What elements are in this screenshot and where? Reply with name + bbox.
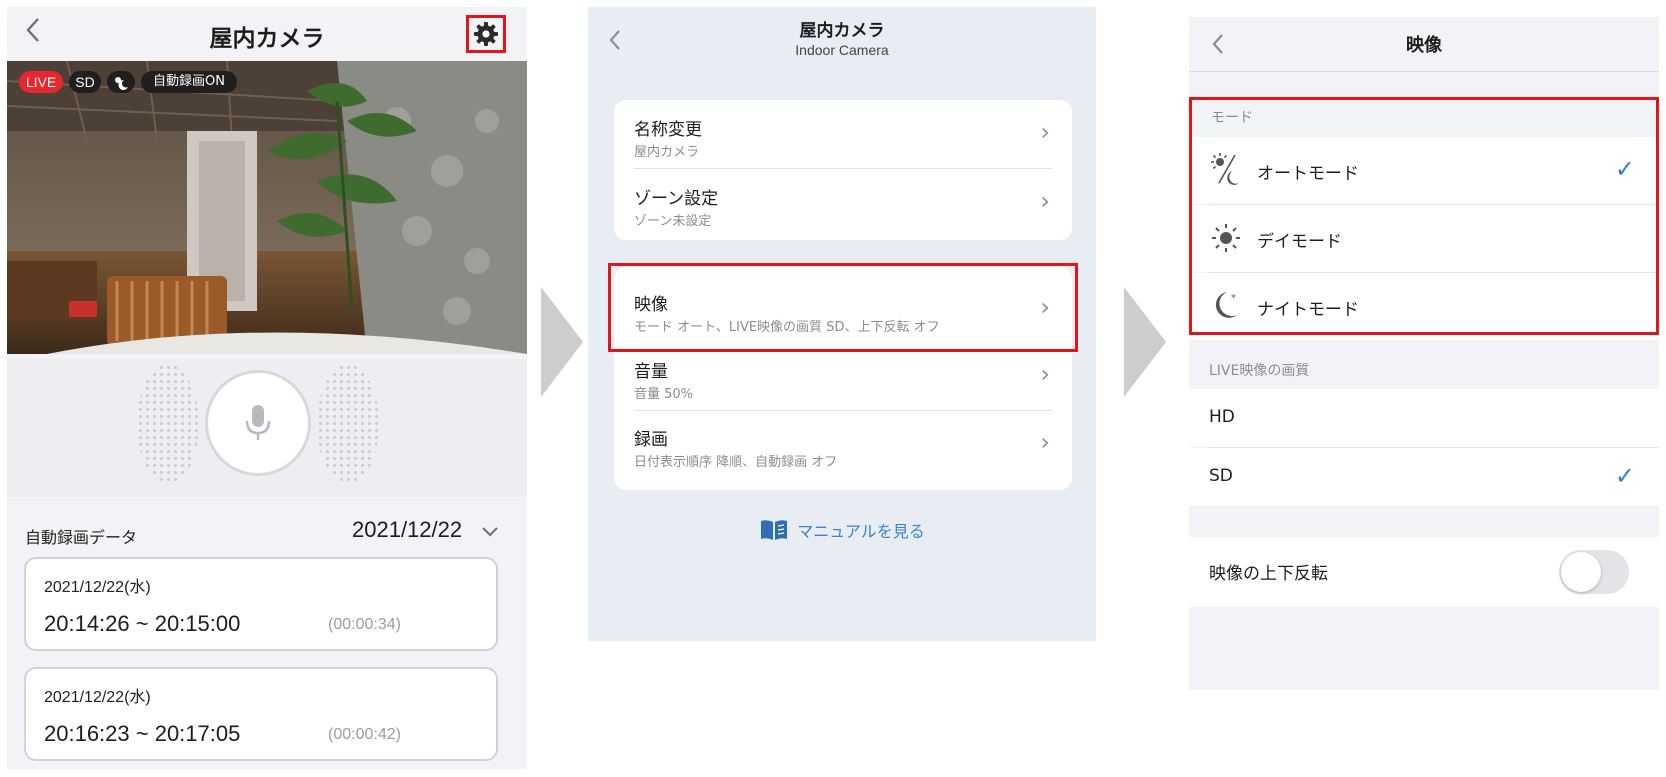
video-settings-screen: 映像 モード オートモード ✓ デイモード * ナイトモード LIVE映像の画質… (1189, 17, 1659, 690)
chevron-down-icon[interactable] (481, 523, 499, 542)
settings-row-recording[interactable]: 録画 日付表示順序 降順、自動録画 オフ › (614, 410, 1072, 477)
record-duration: (00:00:34) (328, 616, 401, 633)
row-label: ゾーン設定 (634, 189, 719, 209)
settings-group-basic: 名称変更 屋内カメラ › ゾーン設定 ゾーン未設定 › (614, 100, 1072, 240)
page-subtitle: Indoor Camera (795, 42, 889, 58)
mic-wave-right (317, 364, 379, 484)
record-time: 20:16:23 ~ 20:17:05 (44, 721, 241, 746)
microphone-icon (245, 405, 271, 440)
auto-mode-icon (115, 77, 128, 90)
flip-label: 映像の上下反転 (1209, 564, 1328, 584)
chevron-right-icon: › (1040, 187, 1050, 215)
camera-feed-image (7, 61, 527, 354)
page-title: 映像 (1406, 35, 1442, 56)
mic-wave-left (137, 364, 199, 484)
gear-icon (474, 22, 498, 46)
row-label: 名称変更 (634, 120, 702, 140)
row-sublabel: ゾーン未設定 (634, 214, 712, 229)
record-date: 2021/12/22(水) (44, 579, 151, 596)
page-title: 屋内カメラ (209, 26, 325, 52)
highlight-mode-section (1189, 97, 1659, 335)
mode-badge (107, 71, 135, 93)
row-sublabel: 屋内カメラ (634, 145, 700, 160)
settings-row-volume[interactable]: 音量 音量 50% › (614, 342, 1072, 409)
manual-link[interactable]: マニュアルを見る (588, 518, 1096, 542)
microphone-button[interactable] (205, 370, 311, 476)
manual-link-label: マニュアルを見る (797, 522, 925, 541)
camera-settings-screen: 屋内カメラ Indoor Camera 名称変更 屋内カメラ › ゾーン設定 ゾ… (588, 7, 1096, 641)
flip-toggle[interactable] (1559, 550, 1629, 594)
recording-card[interactable]: 2021/12/22(水) 20:16:23 ~ 20:17:05 (00:00… (24, 667, 498, 761)
record-date: 2021/12/22(水) (44, 689, 151, 706)
chevron-right-icon: › (1040, 428, 1050, 456)
quality-option-sd[interactable]: SD ✓ (1189, 448, 1659, 506)
highlight-video-row (608, 263, 1078, 352)
recording-card[interactable]: 2021/12/22(水) 20:14:26 ~ 20:15:00 (00:00… (24, 557, 498, 651)
row-label: 録画 (634, 430, 668, 450)
row-sublabel: 音量 50% (634, 387, 694, 402)
live-badge: LIVE (19, 71, 63, 93)
auto-record-badge: 自動録画ON (141, 71, 237, 93)
quality-option-hd[interactable]: HD (1189, 389, 1659, 447)
flow-arrow (1124, 287, 1166, 397)
toggle-knob (1561, 552, 1601, 592)
chevron-right-icon: › (1040, 360, 1050, 388)
settings-button[interactable] (466, 15, 506, 53)
chevron-right-icon: › (1040, 118, 1050, 146)
book-icon (761, 520, 788, 540)
recording-section-label: 自動録画データ (25, 528, 138, 547)
flow-arrow (541, 287, 583, 397)
settings-row-zone[interactable]: ゾーン設定 ゾーン未設定 › (614, 169, 1072, 236)
live-video[interactable]: LIVE SD 自動録画ON (7, 61, 527, 354)
record-duration: (00:00:42) (328, 726, 401, 743)
check-icon: ✓ (1614, 462, 1635, 490)
quality-section-label: LIVE映像の画質 (1209, 363, 1310, 379)
quality-badge: SD (69, 71, 101, 93)
record-time: 20:14:26 ~ 20:15:00 (44, 611, 241, 636)
camera-live-screen: 屋内カメラ LIVE SD 自動録画ON 自動録画データ 2021/12/22 … (7, 7, 527, 769)
quality-label: HD (1209, 407, 1235, 427)
settings-row-rename[interactable]: 名称変更 屋内カメラ › (614, 100, 1072, 167)
header: 映像 (1189, 17, 1659, 72)
row-label: 音量 (634, 362, 668, 382)
page-title: 屋内カメラ (799, 21, 885, 41)
row-sublabel: 日付表示順序 降順、自動録画 オフ (634, 455, 838, 470)
flip-row: 映像の上下反転 (1189, 537, 1659, 607)
quality-label: SD (1209, 466, 1233, 486)
recording-date-selector[interactable]: 2021/12/22 (352, 517, 462, 543)
header: 屋内カメラ (7, 7, 527, 61)
